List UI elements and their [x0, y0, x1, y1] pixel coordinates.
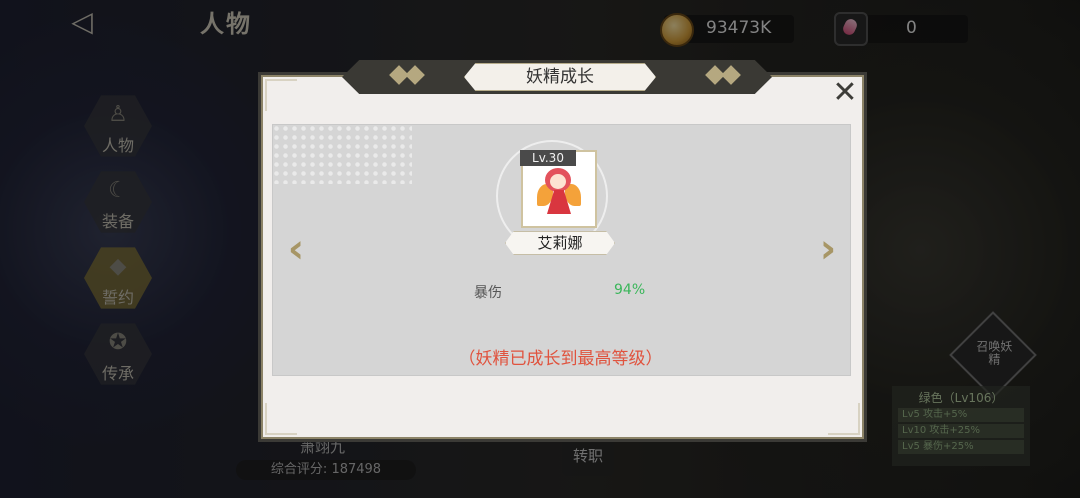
dot-pattern [272, 124, 412, 184]
stat-label: 暴伤 [474, 285, 502, 301]
max-level-message: （妖精已成长到最高等级） [458, 349, 663, 369]
fairy-face [550, 174, 566, 189]
stat-value: 94% [614, 282, 646, 298]
next-arrow-icon[interactable]: › [816, 226, 840, 272]
corner-ornament [265, 403, 297, 435]
fairy-figure [537, 168, 581, 222]
dialog-title: 妖精成长 [464, 63, 656, 91]
close-x-icon[interactable]: ✕ [828, 76, 862, 110]
prev-arrow-icon[interactable]: ‹ [284, 226, 308, 272]
fairy-level: Lv.30 [520, 150, 576, 166]
fairy-name: 艾莉娜 [505, 231, 615, 255]
corner-ornament [265, 79, 297, 111]
corner-ornament [828, 403, 860, 435]
